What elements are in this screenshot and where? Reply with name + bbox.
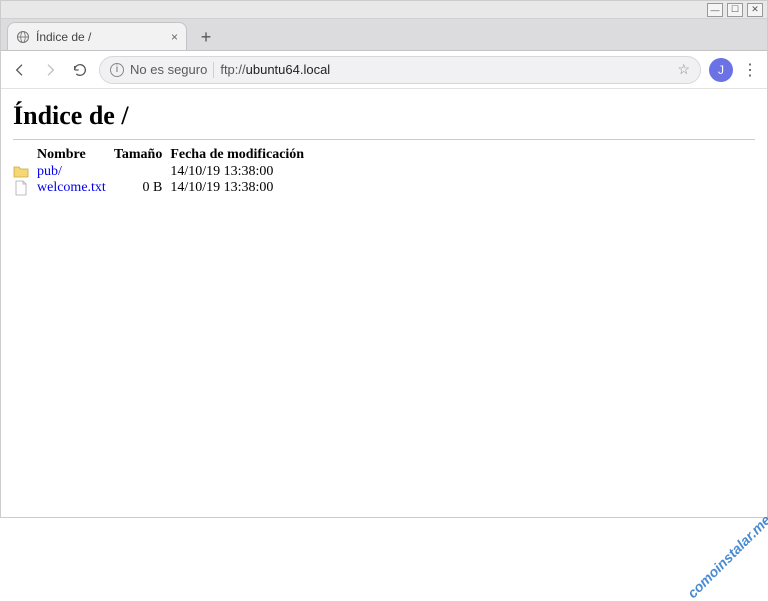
url-host: ubuntu64.local bbox=[246, 62, 331, 77]
entry-modified: 14/10/19 13:38:00 bbox=[170, 164, 312, 180]
watermark: comoinstalar.me bbox=[684, 512, 768, 601]
col-modified-header: Fecha de modificación bbox=[170, 146, 312, 164]
url-scheme: ftp:// bbox=[220, 62, 245, 77]
window-minimize-button[interactable]: — bbox=[707, 3, 723, 17]
reload-button[interactable] bbox=[69, 59, 91, 81]
entry-size bbox=[114, 164, 171, 180]
window-maximize-button[interactable]: ☐ bbox=[727, 3, 743, 17]
col-icon bbox=[13, 146, 37, 164]
back-button[interactable] bbox=[9, 59, 31, 81]
page-content: Índice de / Nombre Tamaño Fecha de modif… bbox=[1, 89, 767, 204]
table-row: welcome.txt 0 B 14/10/19 13:38:00 bbox=[13, 180, 312, 196]
address-bar[interactable]: i No es seguro ftp://ubuntu64.local ☆ bbox=[99, 56, 701, 84]
info-icon: i bbox=[110, 63, 124, 77]
separator bbox=[213, 62, 214, 78]
divider bbox=[13, 139, 755, 140]
entry-modified: 14/10/19 13:38:00 bbox=[170, 180, 312, 196]
browser-tab[interactable]: Índice de / × bbox=[7, 22, 187, 50]
table-row: pub/ 14/10/19 13:38:00 bbox=[13, 164, 312, 180]
browser-menu-button[interactable]: ⋮ bbox=[741, 60, 759, 80]
directory-listing: Nombre Tamaño Fecha de modificación pub/… bbox=[13, 146, 312, 196]
forward-button[interactable] bbox=[39, 59, 61, 81]
page-heading: Índice de / bbox=[13, 101, 755, 131]
browser-toolbar: i No es seguro ftp://ubuntu64.local ☆ J … bbox=[1, 51, 767, 89]
entry-link[interactable]: pub/ bbox=[37, 164, 62, 179]
profile-avatar[interactable]: J bbox=[709, 58, 733, 82]
entry-link[interactable]: welcome.txt bbox=[37, 180, 106, 195]
globe-icon bbox=[16, 30, 30, 44]
file-icon bbox=[13, 180, 29, 196]
window-close-button[interactable]: ✕ bbox=[747, 3, 763, 17]
security-label: No es seguro bbox=[130, 62, 207, 77]
tab-strip: Índice de / × + bbox=[1, 19, 767, 51]
folder-icon bbox=[13, 164, 29, 180]
tab-close-icon[interactable]: × bbox=[171, 30, 178, 44]
col-size-header: Tamaño bbox=[114, 146, 171, 164]
tab-title: Índice de / bbox=[36, 30, 165, 44]
window-controls: — ☐ ✕ bbox=[1, 1, 767, 19]
entry-size: 0 B bbox=[114, 180, 171, 196]
bookmark-star-icon[interactable]: ☆ bbox=[677, 61, 690, 78]
new-tab-button[interactable]: + bbox=[193, 24, 219, 50]
col-name-header: Nombre bbox=[37, 146, 114, 164]
